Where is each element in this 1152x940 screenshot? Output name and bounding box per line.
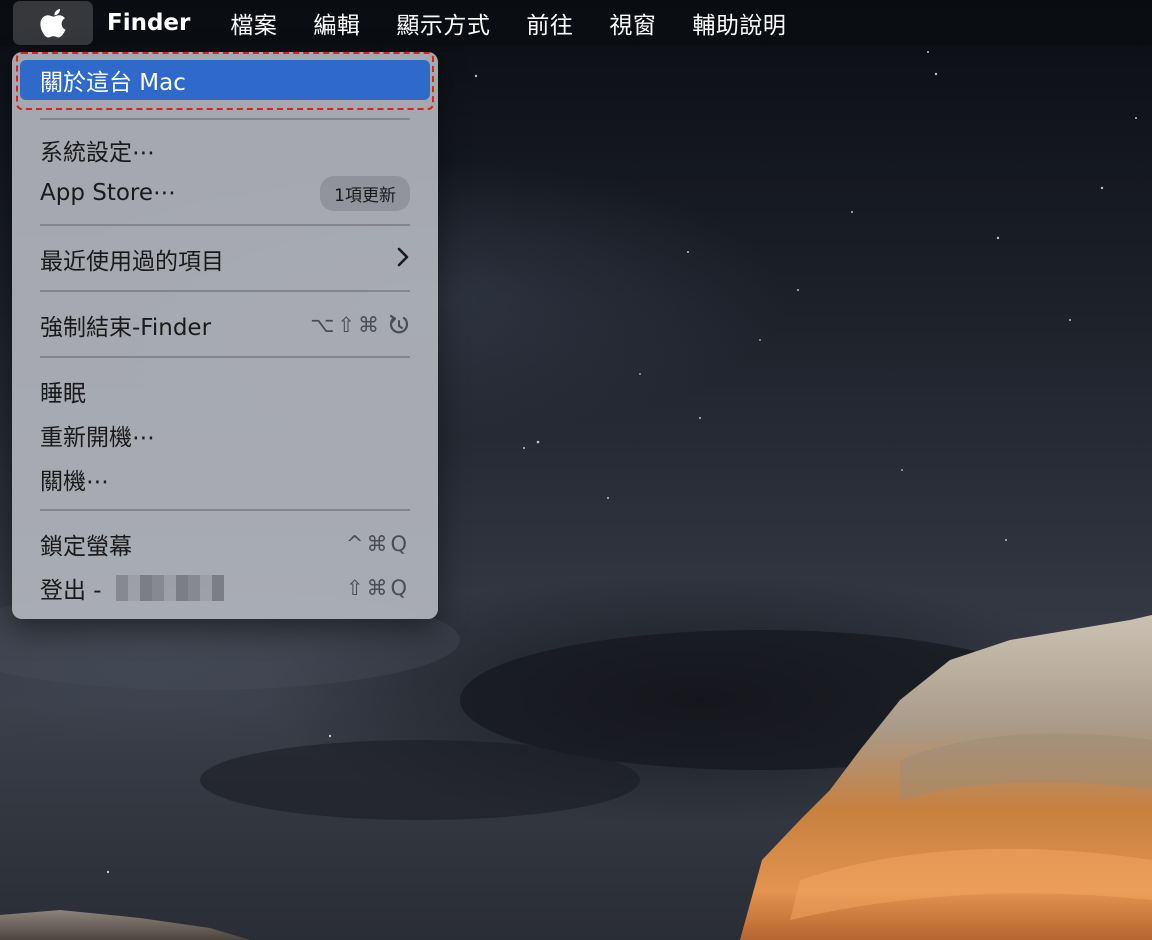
menu-item-label: 登出 - (40, 578, 102, 604)
menu-item-label: 重新開機⋯ (40, 425, 155, 451)
menu-separator (40, 118, 410, 120)
menu-separator (40, 290, 410, 292)
apple-menu-dropdown: 關於這台 Mac 系統設定⋯ App Store⋯ 1項更新 最近使用過的項目 … (12, 52, 438, 619)
highlight-annotation-outline (16, 52, 434, 110)
menu-item-label: 關機⋯ (40, 469, 109, 495)
logout-shortcut: ⇧⌘Q (345, 576, 410, 600)
menu-separator (40, 509, 410, 511)
menu-separator (40, 356, 410, 358)
apple-menu-button[interactable] (13, 1, 93, 45)
menu-item-recent-items[interactable]: 最近使用過的項目 (20, 239, 430, 279)
apple-logo-icon (40, 9, 66, 38)
menu-item-label: 最近使用過的項目 (40, 249, 224, 275)
menubar-item-go[interactable]: 前往 (526, 6, 595, 40)
escape-key-icon (389, 314, 409, 334)
shortcut-keys: ⌥⇧⌘ (310, 313, 382, 337)
menu-item-system-settings[interactable]: 系統設定⋯ (20, 130, 430, 170)
menu-item-logout[interactable]: 登出 - ⇧⌘Q (20, 568, 430, 608)
menu-item-shutdown[interactable]: 關機⋯ (20, 459, 430, 499)
menu-bar: Finder 檔案 編輯 顯示方式 前往 視窗 輔助說明 (0, 0, 1152, 46)
logout-label-wrap: 登出 - (40, 571, 224, 605)
menu-item-label: 系統設定⋯ (40, 140, 155, 166)
menubar-item-view[interactable]: 顯示方式 (396, 6, 512, 40)
menu-item-app-store[interactable]: App Store⋯ 1項更新 (20, 173, 430, 213)
menubar-item-help[interactable]: 輔助說明 (692, 6, 808, 40)
menubar-item-file[interactable]: 檔案 (230, 6, 299, 40)
menu-item-lock-screen[interactable]: 鎖定螢幕 ^⌘Q (20, 524, 430, 564)
app-store-update-badge: 1項更新 (320, 175, 410, 211)
menu-item-label: App Store⋯ (40, 180, 177, 206)
menu-item-restart[interactable]: 重新開機⋯ (20, 415, 430, 455)
menubar-item-window[interactable]: 視窗 (609, 6, 678, 40)
force-quit-shortcut: ⌥⇧⌘ (310, 313, 410, 337)
menu-item-sleep[interactable]: 睡眠 (20, 371, 430, 411)
desktop: Finder 檔案 編輯 顯示方式 前往 視窗 輔助說明 關於這台 Mac 系統… (0, 0, 1152, 940)
menu-separator (40, 224, 410, 226)
menubar-app-name[interactable]: Finder (107, 10, 216, 36)
menu-item-force-quit[interactable]: 強制結束-Finder ⌥⇧⌘ (20, 305, 430, 345)
menu-item-label: 強制結束-Finder (40, 315, 212, 341)
menu-item-label: 鎖定螢幕 (40, 534, 132, 560)
menu-item-label: 睡眠 (40, 381, 86, 407)
chevron-right-icon (396, 245, 410, 273)
redacted-username (115, 575, 224, 601)
menubar-item-edit[interactable]: 編輯 (313, 6, 382, 40)
lock-screen-shortcut: ^⌘Q (345, 532, 410, 556)
